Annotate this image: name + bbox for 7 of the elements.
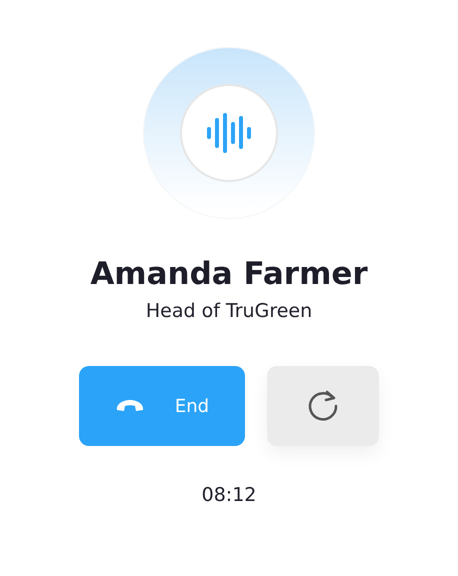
- contact-name: Amanda Farmer: [90, 256, 368, 292]
- phone-icon: [114, 399, 145, 413]
- contact-title: Head of TruGreen: [146, 300, 312, 322]
- end-call-button[interactable]: End: [79, 366, 245, 446]
- refresh-button[interactable]: [267, 366, 379, 446]
- sound-wave-icon: [206, 112, 252, 154]
- call-timer: 08:12: [202, 484, 256, 506]
